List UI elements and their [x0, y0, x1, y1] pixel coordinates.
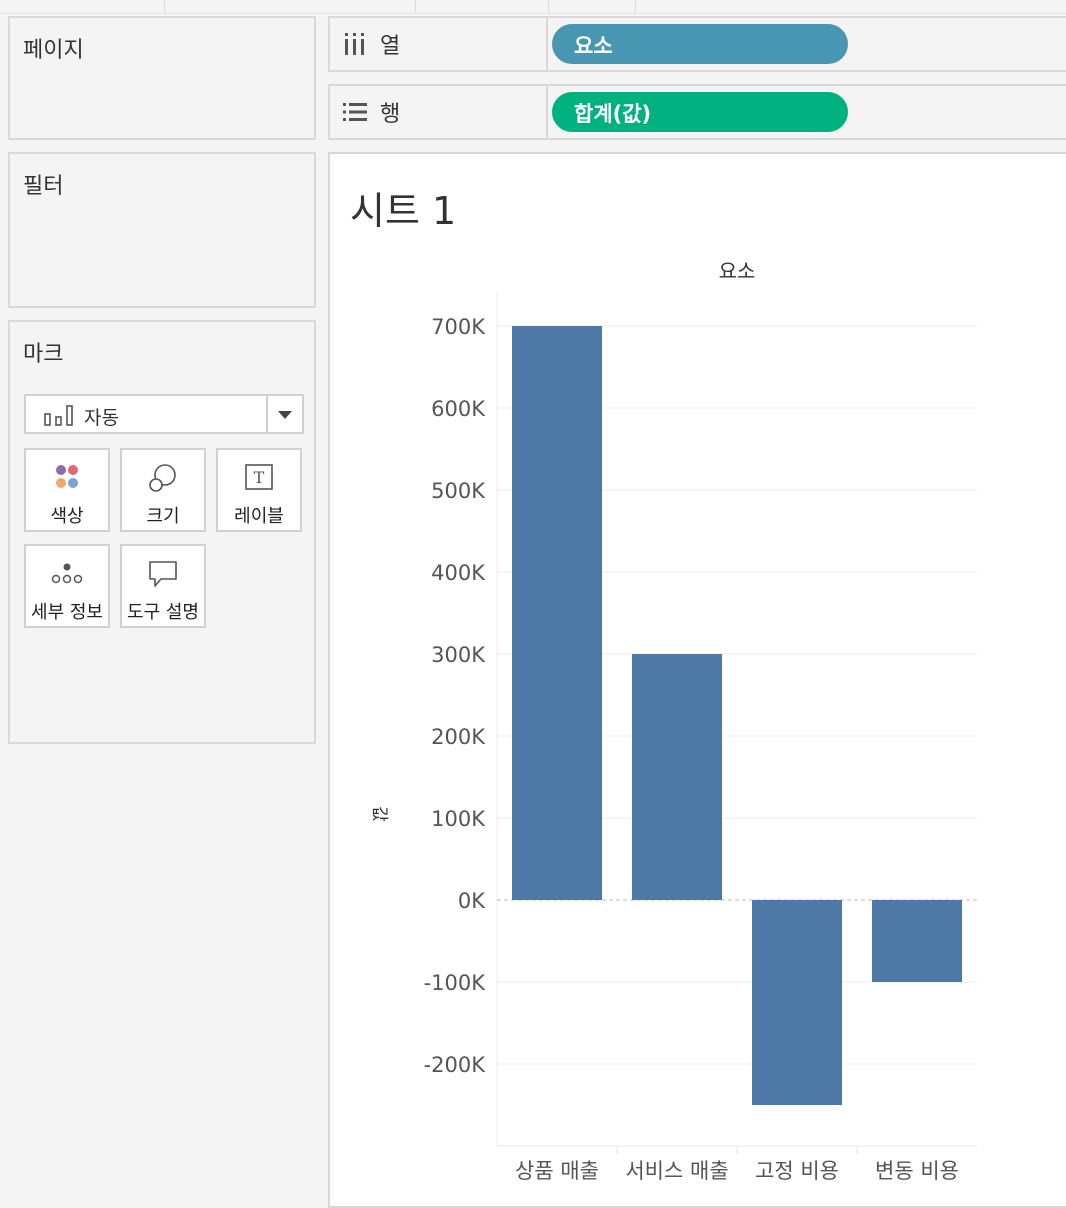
toolbar-divider: [548, 0, 549, 12]
bar-chart[interactable]: 요소 700K 600K 500K 400K 300K 200K 100K 0K -100K -20…: [330, 154, 1066, 1208]
pages-card-title: 페이지: [23, 38, 84, 63]
rows-icon: [343, 103, 367, 121]
tooltip-button-label: 도구 설명: [127, 602, 199, 623]
column-header-label: 요소: [719, 259, 756, 283]
y-tick-label: 200K: [431, 725, 486, 749]
columns-shelf[interactable]: 열 요소: [328, 16, 1066, 72]
columns-icon: [345, 33, 364, 55]
marks-card-title: 마크: [23, 342, 64, 367]
rows-shelf-header: 행: [330, 86, 548, 138]
x-category-label: 상품 매출: [515, 1159, 599, 1183]
y-tick-label: 300K: [431, 643, 486, 667]
svg-text:T: T: [254, 468, 265, 487]
color-icon: [56, 465, 78, 488]
chevron-down-icon[interactable]: [278, 411, 292, 419]
toolbar-divider: [415, 0, 416, 12]
y-tick-label: 400K: [431, 561, 486, 585]
x-category-label: 서비스 매출: [625, 1159, 728, 1183]
columns-shelf-header: 열: [330, 18, 548, 70]
y-tick-label: 600K: [431, 397, 486, 421]
bar[interactable]: [512, 326, 602, 900]
columns-shelf-label: 열: [380, 34, 401, 59]
size-button-label: 크기: [146, 506, 180, 527]
detail-icon: [51, 563, 83, 584]
bar-chart-icon: [44, 405, 73, 426]
pages-card[interactable]: 페이지: [8, 16, 316, 140]
y-tick-label: 100K: [431, 807, 486, 831]
detail-button[interactable]: 세부 정보: [24, 544, 110, 628]
size-icon: [149, 464, 176, 492]
rows-shelf-label: 행: [380, 102, 401, 127]
tooltip-icon: [149, 561, 177, 587]
filters-card-title: 필터: [23, 174, 64, 199]
toolbar-divider: [635, 0, 636, 12]
columns-pill[interactable]: 요소: [552, 24, 848, 64]
y-tick-label: -200K: [424, 1053, 487, 1077]
toolbar-divider: [164, 0, 165, 12]
color-button[interactable]: 색상: [24, 448, 110, 532]
label-button[interactable]: T 레이블: [216, 448, 302, 532]
bar[interactable]: [632, 654, 722, 900]
y-tick-label: 500K: [431, 479, 486, 503]
top-toolbar-strip: [0, 0, 1066, 14]
rows-pill[interactable]: 합계(값): [552, 92, 848, 132]
bar[interactable]: [872, 900, 962, 982]
rows-shelf[interactable]: 행 합계(값): [328, 84, 1066, 140]
y-tick-label: 0K: [458, 889, 486, 913]
y-axis-title: 값: [369, 806, 389, 822]
label-icon: T: [245, 464, 273, 490]
detail-button-label: 세부 정보: [31, 602, 103, 623]
y-tick-label: -100K: [424, 971, 487, 995]
worksheet-view[interactable]: 시트 1 요소 700K 600K 500K 400K 300K 200K 100K 0K -10…: [328, 152, 1066, 1208]
label-button-label: 레이블: [234, 506, 284, 527]
dropdown-divider: [266, 396, 268, 432]
filters-card[interactable]: 필터: [8, 152, 316, 308]
y-tick-label: 700K: [431, 315, 486, 339]
bar[interactable]: [752, 900, 842, 1105]
size-button[interactable]: 크기: [120, 448, 206, 532]
color-button-label: 색상: [50, 506, 84, 527]
mark-type-label: 자동: [84, 407, 119, 429]
mark-type-dropdown[interactable]: 자동: [24, 394, 304, 434]
tooltip-button[interactable]: 도구 설명: [120, 544, 206, 628]
x-category-label: 변동 비용: [875, 1159, 959, 1183]
x-category-label: 고정 비용: [755, 1159, 839, 1183]
marks-card: 마크 자동 색상 크기 T 레이블 세부 정보 도구 설명: [8, 320, 316, 744]
